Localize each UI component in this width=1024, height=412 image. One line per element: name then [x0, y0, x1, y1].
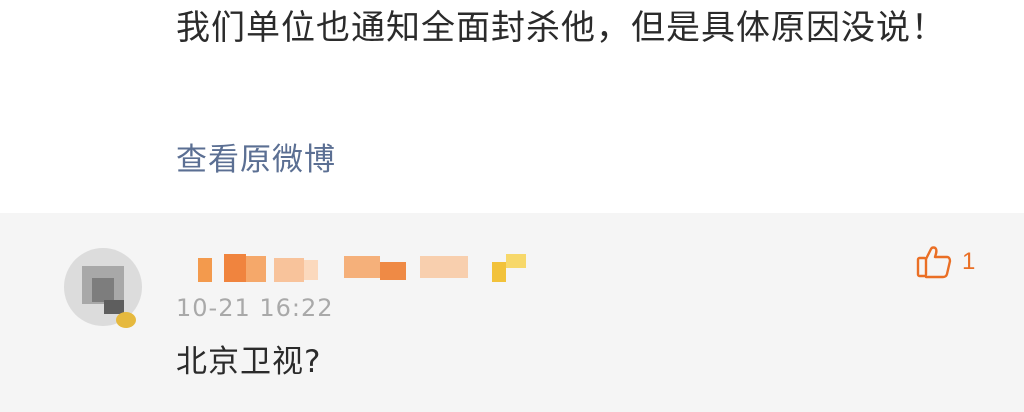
comment-text: 北京卫视?	[176, 344, 322, 380]
comment-item	[0, 213, 1024, 412]
like-count: 1	[962, 248, 976, 275]
username-pixelated[interactable]	[190, 248, 530, 282]
view-original-link[interactable]: 查看原微博	[176, 138, 336, 182]
comment-timestamp: 10-21 16:22	[176, 294, 334, 322]
verified-badge-icon	[116, 312, 136, 328]
post-text: 我们单位也通知全面封杀他，但是具体原因没说！	[176, 8, 946, 48]
thumbs-up-icon	[916, 245, 952, 279]
like-button[interactable]: 1	[916, 242, 975, 282]
weibo-post: 我们单位也通知全面封杀他，但是具体原因没说！ 查看原微博	[0, 0, 1024, 213]
